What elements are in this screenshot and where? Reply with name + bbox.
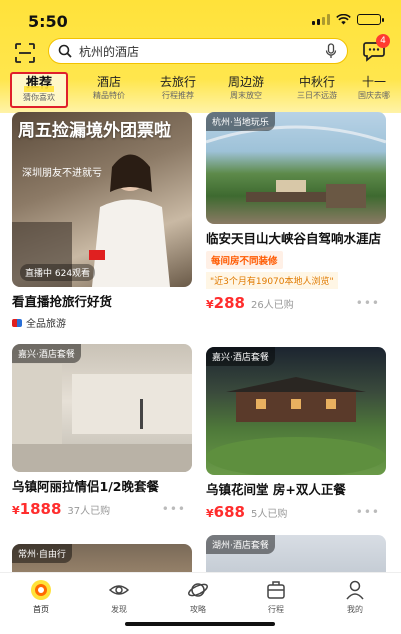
price-row: ¥688 5人已购 ••• [206,502,386,521]
signal-icon [312,14,330,25]
location-tag: 常州·自由行 [12,544,72,563]
tab-label: 周边游 [227,75,264,89]
wifi-icon [336,14,351,25]
tab-sub-label: 周末放空 [230,91,262,100]
nav-discover[interactable]: 发现 [89,579,149,615]
status-time: 5:50 [28,12,68,31]
feature-chip: 每间房不同装修 [206,251,283,269]
card-title: 临安天目山大峡谷自驾响水涯店 [206,231,382,246]
location-tag: 湖州·酒店套餐 [206,535,275,554]
card-title: 看直播抢旅行好货 [12,294,113,309]
user-icon [346,580,364,600]
tab-sub-label: 猜你喜欢 [23,93,55,102]
tab-recommend[interactable]: 推荐 猜你喜欢 [10,72,68,108]
status-icons [312,14,384,25]
tab-active-indicator [24,86,54,92]
tab-sub-label: 精品特价 [93,91,125,100]
live-overlay-subtitle: 深圳朋友不进就亏 [22,168,102,179]
message-badge: 4 [376,34,390,48]
scan-icon[interactable] [14,42,36,64]
live-overlay-title: 周五捡漏境外团票啦 [18,121,171,141]
tab-travel[interactable]: 去旅行 行程推荐 [150,72,206,108]
price-symbol: ¥ [12,504,20,517]
tab-label: 酒店 [96,75,121,89]
suitcase-icon [267,581,285,599]
hotel-facade-illustration [12,364,192,472]
vendor-logo-icon [12,318,22,327]
tab-midautumn[interactable]: 中秋行 三日不远游 [286,72,348,108]
planet-icon [188,583,208,597]
sold-count: 37人已购 [67,506,111,517]
card-image: 常州·自由行 [12,544,192,572]
card-image: 湖州·酒店套餐 [206,535,386,572]
tab-nearby[interactable]: 周边游 周末放空 [218,72,274,108]
price-value: 688 [213,503,245,521]
price-value: 288 [213,294,245,312]
more-options-icon[interactable]: ••• [356,505,380,519]
feed-card-alila[interactable]: 嘉兴·酒店套餐 乌镇阿丽拉情侣1/2晚套餐 ¥1888 37人已购 ••• [12,344,192,518]
tab-sub-label: 国庆去哪 [358,91,390,100]
vendor-name: 全品旅游 [26,319,66,330]
card-title: 乌镇花间堂 房+双人正餐 [206,482,346,497]
message-button[interactable]: 4 [362,34,390,64]
tab-hotel[interactable]: 酒店 精品特价 [84,72,134,108]
tab-national-day[interactable]: 十一 国庆去哪 [356,72,401,108]
home-indicator[interactable] [125,622,275,626]
nav-trips[interactable]: 行程 [246,579,306,615]
header: 5:50 杭州的酒店 4 推荐 猜你喜欢 酒店 精品特价 去旅行 行程推荐 周边… [0,0,401,113]
price-row: ¥288 26人已购 ••• [206,293,386,312]
feed-card-tianmu[interactable]: 杭州·当地玩乐 临安天目山大峡谷自驾响水涯店 每间房不同装修 "近3个月有190… [206,112,386,312]
tab-sub-label: 行程推荐 [162,91,194,100]
home-icon [31,580,51,600]
feed-card-huzhou[interactable]: 湖州·酒店套餐 [206,535,386,572]
more-options-icon[interactable]: ••• [356,296,380,310]
sold-count: 5人已购 [250,509,288,520]
location-tag: 嘉兴·酒店套餐 [206,347,275,366]
search-icon [58,44,72,58]
eye-icon [108,585,130,595]
nav-label: 攻略 [190,605,206,614]
more-options-icon[interactable]: ••• [162,502,186,516]
feed-card-live[interactable]: 周五捡漏境外团票啦 深圳朋友不进就亏 直播中 624观看 看直播抢旅行好货 全品… [12,112,192,330]
resort-image: 杭州·当地玩乐 [206,112,386,224]
feed-card-huajiantang[interactable]: 嘉兴·酒店套餐 乌镇花间堂 房+双人正餐 ¥688 5人已购 ••• [206,347,386,521]
live-viewer-badge: 直播中 624观看 [20,264,96,281]
battery-icon [357,14,384,25]
location-tag: 嘉兴·酒店套餐 [12,344,81,363]
category-tabs: 推荐 猜你喜欢 酒店 精品特价 去旅行 行程推荐 周边游 周末放空 中秋行 三日… [0,72,401,110]
hotel-garden-image: 嘉兴·酒店套餐 [206,347,386,475]
card-title: 乌镇阿丽拉情侣1/2晚套餐 [12,479,159,494]
feed-card-changzhou[interactable]: 常州·自由行 [12,544,192,572]
nav-label: 发现 [111,605,127,614]
vendor-row: 全品旅游 [12,315,192,330]
microphone-icon[interactable] [325,43,337,59]
hotel-image: 嘉兴·酒店套餐 [12,344,192,472]
price-symbol: ¥ [206,298,214,311]
tab-label: 去旅行 [159,75,196,89]
search-placeholder: 杭州的酒店 [79,45,140,59]
nav-profile[interactable]: 我的 [325,579,385,615]
nav-label: 行程 [268,605,284,614]
nav-home[interactable]: 首页 [11,579,71,615]
nav-label: 首页 [33,605,49,614]
chinese-garden-illustration [206,377,386,475]
sold-count: 26人已购 [250,300,294,311]
search-input[interactable]: 杭州的酒店 [48,38,348,64]
tab-label: 中秋行 [298,75,335,89]
location-tag: 杭州·当地玩乐 [206,112,275,131]
nav-guides[interactable]: 攻略 [168,579,228,615]
browse-hint: "近3个月有19070本地人浏览" [206,272,338,289]
price-row: ¥1888 37人已购 ••• [12,499,192,518]
tab-sub-label: 三日不远游 [297,91,337,100]
status-bar: 5:50 [0,0,401,40]
live-stream-image: 周五捡漏境外团票啦 深圳朋友不进就亏 直播中 624观看 [12,112,192,287]
nav-label: 我的 [347,605,363,614]
tab-label: 十一 [362,75,387,89]
price-symbol: ¥ [206,507,214,520]
price-value: 1888 [19,500,62,518]
